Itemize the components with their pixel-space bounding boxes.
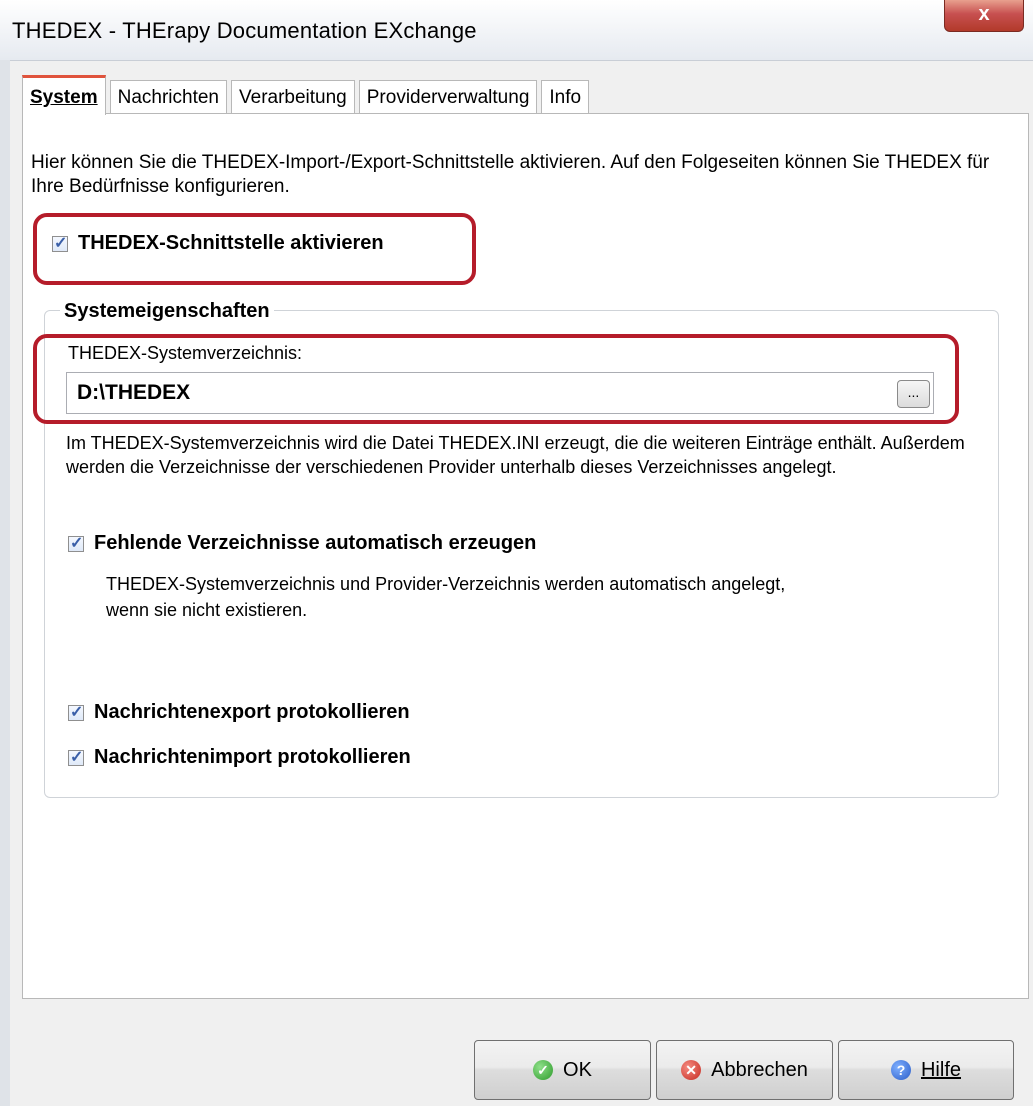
create-dirs-label: Fehlende Verzeichnisse automatisch erzeu… [94,532,537,554]
system-dir-input[interactable] [66,372,934,414]
ok-label: OK [563,1058,592,1081]
log-export-checkbox[interactable] [68,702,84,722]
create-dirs-checkbox-row[interactable]: Fehlende Verzeichnisse automatisch erzeu… [68,532,536,555]
help-button[interactable]: ? Hilfe [838,1040,1014,1100]
dialog-window: THEDEX - THErapy Documentation EXchange … [0,0,1033,1106]
browse-button[interactable]: ... [897,380,930,408]
log-export-checkbox-row[interactable]: Nachrichtenexport protokollieren [68,701,410,724]
window-frame-left [0,60,10,1106]
close-icon: x [978,3,990,25]
create-dirs-checkbox[interactable] [68,533,84,553]
close-button[interactable]: x [944,0,1024,32]
tab-verarbeitung[interactable]: Verarbeitung [231,80,355,114]
ok-check-icon: ✓ [533,1060,554,1080]
group-title: Systemeigenschaften [60,300,274,323]
title-bar: THEDEX - THErapy Documentation EXchange … [0,0,1033,61]
activate-label: THEDEX-Schnittstelle aktivieren [78,232,384,254]
system-dir-label: THEDEX-Systemverzeichnis: [68,343,303,363]
log-export-label: Nachrichtenexport protokollieren [94,701,410,723]
cancel-label: Abbrechen [711,1058,808,1081]
log-import-label: Nachrichtenimport protokollieren [94,746,411,768]
intro-text: Hier können Sie die THEDEX-Import-/Expor… [31,152,990,197]
activate-checkbox[interactable] [52,233,68,253]
tab-system[interactable]: System [22,75,106,115]
help-label: Hilfe [920,1058,961,1081]
tab-info[interactable]: Info [541,80,590,114]
window-title: THEDEX - THErapy Documentation EXchange [12,18,477,43]
ok-button[interactable]: ✓ OK [474,1040,651,1100]
tab-providerverwaltung[interactable]: Providerverwaltung [358,80,538,114]
activate-checkbox-row[interactable]: THEDEX-Schnittstelle aktivieren [52,232,384,255]
cancel-x-icon: ✕ [681,1060,702,1080]
create-dirs-description: THEDEX-Systemverzeichnis und Provider-Ve… [106,574,786,620]
cancel-button[interactable]: ✕ Abbrechen [656,1040,833,1100]
log-import-checkbox[interactable] [68,747,84,767]
log-import-checkbox-row[interactable]: Nachrichtenimport protokollieren [68,746,411,769]
system-dir-description: Im THEDEX-Systemverzeichnis wird die Dat… [66,433,965,477]
tab-nachrichten[interactable]: Nachrichten [109,80,227,114]
help-question-icon: ? [890,1060,911,1080]
tab-bar: System Nachrichten Verarbeitung Provider… [22,74,593,115]
